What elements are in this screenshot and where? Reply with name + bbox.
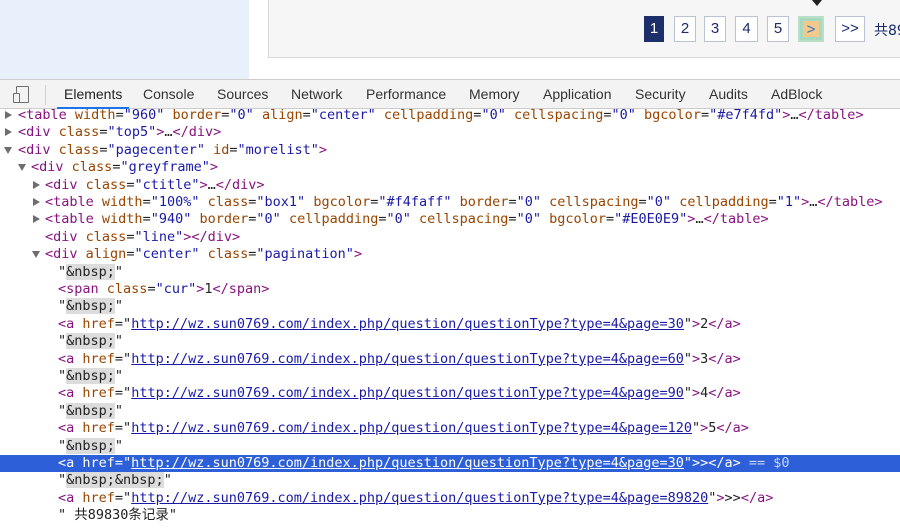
collapse-arrow-icon[interactable]: [4, 146, 12, 154]
tab-console[interactable]: Console: [143, 80, 194, 109]
dom-node-div-ctitle[interactable]: <div class="ctitle">…</div>: [0, 177, 900, 194]
devtools-tab-bar: Elements Console Sources Network Perform…: [0, 79, 900, 109]
expand-arrow-icon[interactable]: [5, 128, 12, 137]
total-records-text: 共89: [874, 23, 900, 39]
collapse-arrow-icon[interactable]: [18, 164, 26, 172]
dom-node-div-line[interactable]: <div class="line"></div>: [0, 229, 900, 246]
dom-node-a-page4[interactable]: <a href="http://wz.sun0769.com/index.php…: [0, 385, 900, 402]
dom-text-node-total[interactable]: " 共89830条记录": [0, 507, 900, 524]
tab-network[interactable]: Network: [291, 80, 342, 109]
href-link[interactable]: http://wz.sun0769.com/index.php/question…: [131, 490, 708, 506]
dom-text-node[interactable]: "&nbsp;": [0, 263, 900, 281]
dom-node-table-940[interactable]: <table width="940" border="0" cellpaddin…: [0, 211, 900, 228]
dom-text-node[interactable]: "&nbsp;": [0, 368, 900, 385]
toolbar-divider: [45, 85, 46, 105]
dom-node-span-cur[interactable]: <span class="cur">1</span>: [0, 281, 900, 298]
page-preview: 1 2 3 4 5 > >> 共89: [0, 0, 900, 79]
expand-arrow-icon[interactable]: [33, 215, 40, 224]
preview-left-panel: [0, 0, 249, 79]
tab-security[interactable]: Security: [635, 80, 686, 109]
inspect-tooltip-pointer: [812, 0, 822, 6]
collapse-arrow-icon[interactable]: [32, 251, 40, 259]
selected-node-reference: == $0: [748, 455, 790, 471]
href-link[interactable]: http://wz.sun0769.com/index.php/question…: [131, 455, 684, 471]
tab-application[interactable]: Application: [543, 80, 612, 109]
tab-audits[interactable]: Audits: [709, 80, 748, 109]
tab-performance[interactable]: Performance: [366, 80, 446, 109]
dom-node-a-page5[interactable]: <a href="http://wz.sun0769.com/index.php…: [0, 420, 900, 437]
device-toolbar-icon[interactable]: [13, 86, 31, 104]
dom-node-div-pagecenter[interactable]: <div class="pagecenter" id="morelist">: [0, 142, 900, 159]
href-link[interactable]: http://wz.sun0769.com/index.php/question…: [131, 420, 692, 436]
dom-node-table-box1[interactable]: <table width="100%" class="box1" bgcolor…: [0, 194, 900, 211]
page-2-link[interactable]: 2: [674, 16, 696, 42]
page-3-link[interactable]: 3: [704, 16, 726, 42]
dom-node-div-pagination[interactable]: <div align="center" class="pagination">: [0, 246, 900, 263]
dom-text-node[interactable]: "&nbsp;": [0, 333, 900, 350]
expand-arrow-icon[interactable]: [33, 180, 40, 189]
last-page-link[interactable]: >>: [835, 16, 865, 42]
dom-node-a-last[interactable]: <a href="http://wz.sun0769.com/index.php…: [0, 490, 900, 507]
dom-node-div-top5[interactable]: <div class="top5">…</div>: [0, 124, 900, 141]
dom-node-a-page3[interactable]: <a href="http://wz.sun0769.com/index.php…: [0, 351, 900, 368]
dom-text-node[interactable]: "&nbsp;": [0, 298, 900, 315]
elements-dom-tree: <table width="960" border="0" align="cen…: [0, 109, 900, 529]
dom-node-table[interactable]: <table width="960" border="0" align="cen…: [0, 109, 900, 124]
tab-elements[interactable]: Elements: [56, 80, 130, 109]
next-page-link-highlighted[interactable]: >: [798, 16, 824, 42]
dom-node-div-greyframe[interactable]: <div class="greyframe">: [0, 159, 900, 176]
page-4-link[interactable]: 4: [735, 16, 758, 42]
tab-adblock[interactable]: AdBlock: [771, 80, 822, 109]
dom-text-node[interactable]: "&nbsp;": [0, 437, 900, 455]
dom-text-node[interactable]: "&nbsp;": [0, 402, 900, 420]
href-link[interactable]: http://wz.sun0769.com/index.php/question…: [131, 316, 684, 332]
expand-arrow-icon[interactable]: [33, 198, 40, 206]
href-link[interactable]: http://wz.sun0769.com/index.php/question…: [131, 385, 684, 401]
dom-node-a-next-selected[interactable]: <a href="http://wz.sun0769.com/index.php…: [0, 455, 900, 473]
page-5-link[interactable]: 5: [767, 16, 789, 42]
dom-node-a-page2[interactable]: <a href="http://wz.sun0769.com/index.php…: [0, 316, 900, 333]
dom-text-node[interactable]: "&nbsp;&nbsp;": [0, 472, 900, 489]
href-link[interactable]: http://wz.sun0769.com/index.php/question…: [131, 351, 684, 367]
tab-memory[interactable]: Memory: [469, 80, 520, 109]
tab-sources[interactable]: Sources: [217, 80, 268, 109]
page-1-current: 1: [644, 16, 664, 42]
expand-arrow-icon[interactable]: [5, 111, 12, 119]
